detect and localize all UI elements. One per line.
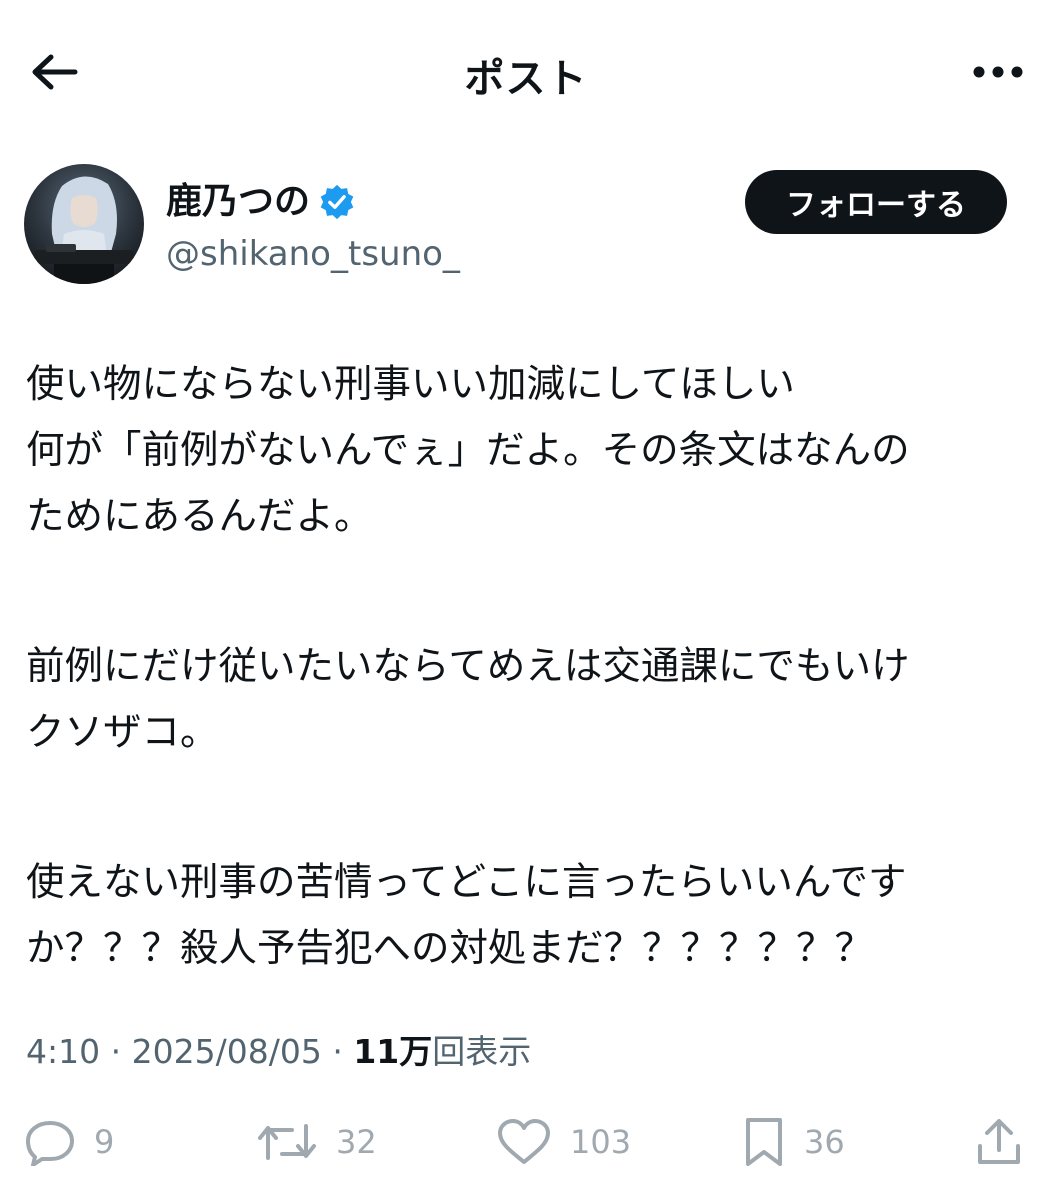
- avatar[interactable]: [24, 164, 144, 284]
- user-handle[interactable]: @shikano_tsuno_: [166, 232, 460, 276]
- bookmark-button[interactable]: 36: [742, 1110, 845, 1174]
- post-text-line: クソザコ。: [26, 710, 219, 755]
- post-text-line: 使えない刑事の苦情ってどこに言ったらいいんです: [26, 860, 907, 905]
- follow-button[interactable]: フォローする: [745, 170, 1007, 234]
- like-count: 103: [570, 1123, 632, 1161]
- page-title: ポスト: [464, 56, 588, 102]
- post-text-line: 使い物にならない刑事いい加減にしてほしい: [26, 362, 795, 407]
- repost-icon: [256, 1118, 318, 1166]
- bookmark-icon: [742, 1116, 786, 1168]
- repost-count: 32: [336, 1123, 377, 1161]
- action-bar: 9 32 103 36: [0, 1110, 1052, 1180]
- display-name-row: 鹿乃つの: [166, 180, 356, 224]
- share-icon: [974, 1116, 1024, 1168]
- more-options-button[interactable]: [968, 52, 1028, 92]
- reply-button[interactable]: 9: [24, 1110, 114, 1174]
- post-author: 鹿乃つの @shikano_tsuno_ フォローする: [0, 160, 1052, 290]
- like-button[interactable]: 103: [496, 1110, 631, 1174]
- verified-badge-icon: [318, 183, 356, 221]
- share-button[interactable]: [974, 1110, 1024, 1174]
- views-count: 11万: [353, 1032, 433, 1071]
- meta-separator: ·: [332, 1032, 343, 1071]
- post-meta: 4:10 · 2025/08/05 · 11万回表示: [26, 1028, 531, 1076]
- views-label: 回表示: [432, 1032, 532, 1071]
- post-text: 使い物にならない刑事いい加減にしてほしい 何が「前例がないんでぇ」だよ。その条文…: [26, 352, 1026, 982]
- more-horizontal-icon: [972, 65, 1024, 79]
- post-text-line: か？？？殺人予告犯への対処まだ？？？？？？？: [26, 926, 874, 971]
- post-text-line: 何が「前例がないんでぇ」だよ。その条文はなんの: [26, 428, 910, 473]
- heart-icon: [496, 1118, 552, 1166]
- display-name[interactable]: 鹿乃つの: [166, 180, 310, 224]
- bookmark-count: 36: [804, 1123, 845, 1161]
- repost-button[interactable]: 32: [256, 1110, 377, 1174]
- post-date[interactable]: 2025/08/05: [132, 1032, 322, 1071]
- post-text-line: ためにあるんだよ。: [26, 494, 373, 539]
- post-time[interactable]: 4:10: [26, 1032, 100, 1071]
- post-text-line: 前例にだけ従いたいならてめえは交通課にでもいけ: [26, 644, 910, 689]
- meta-separator: ·: [110, 1032, 122, 1071]
- top-bar: ポスト: [0, 0, 1052, 150]
- reply-count: 9: [94, 1123, 115, 1161]
- reply-icon: [24, 1118, 76, 1166]
